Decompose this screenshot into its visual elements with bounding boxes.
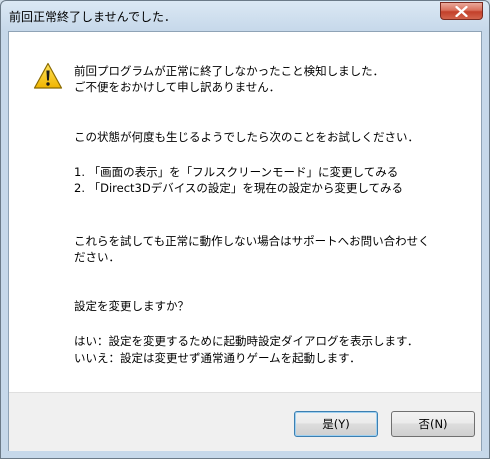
suggestion-item-2: 2. 「Direct3Dデバイスの設定」を現在の設定から変更してみる: [74, 181, 404, 195]
message-line-2: ご不便をおかけして申し訳ありません．: [74, 80, 281, 94]
suggestion-item-1: 1. 「画面の表示」を「フルスクリーンモード」に変更してみる: [74, 165, 399, 179]
close-icon: [455, 6, 468, 17]
no-button[interactable]: 否(N): [391, 411, 475, 437]
message-line-3: この状態が何度も生じるようでしたら次のことをお試しください．: [74, 130, 419, 144]
yes-button[interactable]: 是(Y): [294, 411, 378, 437]
close-button[interactable]: [440, 2, 483, 20]
no-description: いいえ：設定は変更せず通常通りゲームを起動します．: [74, 351, 361, 365]
dialog-window: 前回正常終了しませんでした． 前回プログラムが正常に終了しなかったこと検知しまし…: [0, 0, 490, 459]
warning-icon: [33, 62, 63, 89]
message-panel: 前回プログラムが正常に終了しなかったこと検知しました． ご不便をおかけして申し訳…: [9, 32, 481, 392]
message-line-1: 前回プログラムが正常に終了しなかったこと検知しました．: [74, 64, 385, 78]
yes-description: はい：設定を変更するために起動時設定ダイアログを表示します．: [74, 334, 419, 348]
title-bar[interactable]: 前回正常終了しませんでした．: [1, 1, 489, 31]
question-text: 設定を変更しますか？: [74, 299, 189, 313]
dialog-client-area: 前回プログラムが正常に終了しなかったこと検知しました． ご不便をおかけして申し訳…: [8, 31, 482, 451]
message-line-5: ださい．: [74, 250, 120, 264]
window-title: 前回正常終了しませんでした．: [9, 10, 177, 24]
message-line-4: これらを試しても正常に動作しない場合はサポートへお問い合わせく: [74, 234, 430, 248]
button-bar: 是(Y) 否(N): [9, 392, 481, 451]
